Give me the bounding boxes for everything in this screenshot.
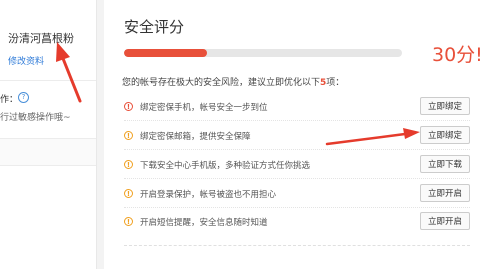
item-text: 绑定密保手机，帐号安全一步到位: [140, 103, 268, 113]
alert-orange-icon: !: [124, 217, 133, 226]
security-score: 30分!: [432, 44, 483, 66]
score-progress-bar: [124, 49, 402, 57]
list-item: ! 开启登录保护，帐号被盗也不用担心 立即开启: [124, 184, 470, 210]
divider: [124, 120, 470, 121]
page-title: 安全评分: [124, 18, 185, 36]
security-panel: 安全评分 30分! 您的帐号存在极大的安全风险，建议立即优化以下5项： ! 绑定…: [104, 0, 500, 269]
operation-description: 行过敏感操作哦~: [0, 113, 71, 123]
panel-footer: [0, 138, 96, 166]
advice-suffix: 项：: [326, 78, 345, 88]
edit-profile-link[interactable]: 修改资料: [8, 54, 44, 67]
alert-orange-icon: !: [124, 160, 133, 169]
operation-label: 作：: [0, 95, 19, 105]
list-item: ! 开启短信提醒，安全信息随时知道 立即开启: [124, 212, 470, 238]
alert-orange-icon: !: [124, 189, 133, 198]
bind-email-button[interactable]: 立即绑定: [420, 126, 470, 144]
list-item: ! 绑定密保手机，帐号安全一步到位 立即绑定: [124, 97, 470, 123]
advice-text: 您的帐号存在极大的安全风险，建议立即优化以下5项：: [122, 75, 344, 88]
score-progress-fill: [124, 49, 208, 57]
bind-phone-button[interactable]: 立即绑定: [420, 97, 470, 115]
divider: [124, 149, 470, 150]
item-text: 下载安全中心手机版，多种验证方式任你挑选: [140, 161, 311, 171]
divider: [124, 178, 470, 179]
username: 汾清河菖根粉: [8, 32, 74, 45]
alert-orange-icon: !: [124, 131, 133, 140]
alert-red-icon: !: [124, 102, 133, 111]
divider: [124, 207, 470, 208]
help-icon[interactable]: ?: [18, 92, 29, 103]
enable-login-protection-button[interactable]: 立即开启: [420, 184, 470, 202]
divider: [124, 245, 470, 246]
item-text: 开启登录保护，帐号被盗也不用担心: [140, 190, 277, 200]
item-text: 开启短信提醒，安全信息随时知道: [140, 218, 268, 228]
divider: [0, 80, 96, 81]
list-item: ! 绑定密保邮箱，提供安全保障 立即绑定: [124, 126, 470, 152]
list-item: ! 下载安全中心手机版，多种验证方式任你挑选 立即下载: [124, 155, 470, 181]
enable-sms-alert-button[interactable]: 立即开启: [420, 212, 470, 230]
advice-prefix: 您的帐号存在极大的安全风险，建议立即优化以下: [122, 78, 321, 88]
download-app-button[interactable]: 立即下载: [420, 155, 470, 173]
item-text: 绑定密保邮箱，提供安全保障: [140, 132, 251, 142]
profile-panel: 汾清河菖根粉 修改资料 作： ? 行过敏感操作哦~: [0, 0, 97, 269]
